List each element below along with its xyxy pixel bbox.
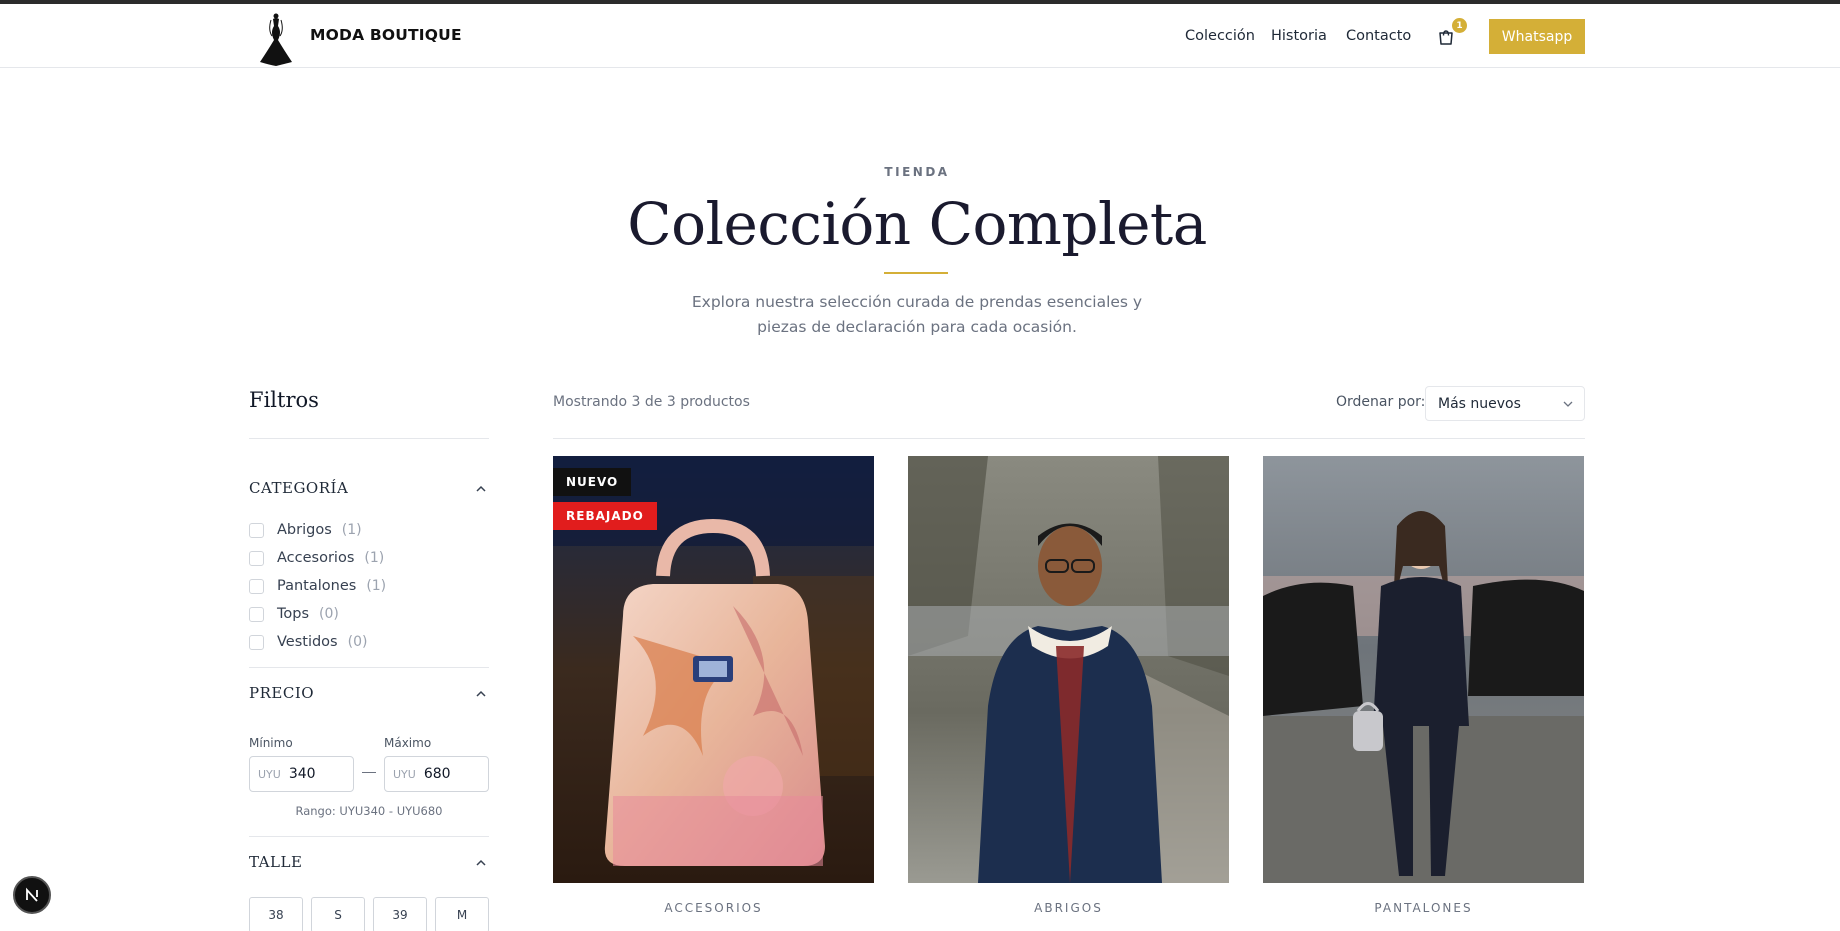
filters-heading: Filtros xyxy=(249,388,319,412)
new-badge: NUEVO xyxy=(553,468,632,496)
category-label: Accesorios xyxy=(277,550,355,566)
range-dash xyxy=(362,772,376,773)
category-count: (1) xyxy=(364,550,385,566)
product-card[interactable]: NUEVO REBAJADO ACCESORIOS xyxy=(553,456,874,931)
nav-link-historia[interactable]: Historia xyxy=(1271,28,1327,44)
whatsapp-button[interactable]: Whatsapp xyxy=(1489,19,1585,54)
category-count: (1) xyxy=(341,522,362,538)
category-option-abrigos[interactable]: Abrigos (1) xyxy=(249,520,362,540)
product-category: ACCESORIOS xyxy=(664,901,763,915)
size-filter-toggle[interactable]: TALLE xyxy=(249,853,302,871)
size-option-m[interactable]: M xyxy=(435,897,489,931)
max-price-label: Máximo xyxy=(384,736,432,750)
size-option-s[interactable]: S xyxy=(311,897,365,931)
size-option-39[interactable]: 39 xyxy=(373,897,427,931)
dev-tools-button[interactable] xyxy=(13,876,51,914)
category-count: (0) xyxy=(319,606,339,622)
max-price-value: 680 xyxy=(423,766,451,782)
category-label: Pantalones xyxy=(277,578,357,594)
results-count: Mostrando 3 de 3 productos xyxy=(553,394,750,410)
sort-value: Más nuevos xyxy=(1438,395,1521,412)
product-category: PANTALONES xyxy=(1374,901,1473,915)
category-option-tops[interactable]: Tops (0) xyxy=(249,604,339,624)
min-price-value: 340 xyxy=(288,766,316,782)
price-range-note: Rango: UYU340 - UYU680 xyxy=(295,804,443,818)
category-label: Tops xyxy=(277,606,310,622)
product-card[interactable]: ABRIGOS xyxy=(908,456,1229,931)
cart-count-badge: 1 xyxy=(1452,18,1467,33)
checkbox[interactable] xyxy=(249,578,264,594)
product-image[interactable] xyxy=(908,456,1229,883)
checkbox[interactable] xyxy=(249,606,264,622)
price-filter-toggle[interactable]: PRECIO xyxy=(249,684,314,702)
sort-select[interactable]: Más nuevos xyxy=(1425,386,1585,421)
shopping-bag-icon[interactable] xyxy=(1437,28,1455,46)
size-option-38[interactable]: 38 xyxy=(249,897,303,931)
sort-label: Ordenar por: xyxy=(1336,394,1426,410)
sale-badge: REBAJADO xyxy=(553,502,657,530)
chevron-up-icon[interactable] xyxy=(474,856,488,870)
max-price-input[interactable]: UYU 680 xyxy=(384,756,489,792)
category-label: Vestidos xyxy=(277,634,338,650)
chevron-up-icon[interactable] xyxy=(474,482,488,496)
checkbox[interactable] xyxy=(249,522,264,538)
nav-link-coleccion[interactable]: Colección xyxy=(1185,28,1255,44)
site-header: MODA BOUTIQUE Colección Historia Contact… xyxy=(0,4,1840,68)
category-filter-toggle[interactable]: CATEGORÍA xyxy=(249,479,348,497)
product-card[interactable]: PANTALONES xyxy=(1263,456,1584,931)
currency-label: UYU xyxy=(393,767,416,781)
divider xyxy=(249,836,489,837)
checkbox[interactable] xyxy=(249,634,264,650)
page-title: Colección Completa xyxy=(627,190,1207,258)
chevron-up-icon[interactable] xyxy=(474,687,488,701)
dress-logo-icon[interactable] xyxy=(256,10,296,68)
section-eyebrow: TIENDA xyxy=(884,165,950,179)
min-price-label: Mínimo xyxy=(249,736,293,750)
min-price-input[interactable]: UYU 340 xyxy=(249,756,354,792)
chevron-down-icon xyxy=(1563,401,1573,407)
category-count: (0) xyxy=(347,634,368,650)
divider xyxy=(249,438,489,439)
category-count: (1) xyxy=(366,578,387,594)
divider xyxy=(249,667,489,668)
product-image[interactable] xyxy=(1263,456,1584,883)
title-divider xyxy=(884,272,948,274)
category-option-vestidos[interactable]: Vestidos (0) xyxy=(249,632,367,652)
category-option-pantalones[interactable]: Pantalones (1) xyxy=(249,576,386,596)
category-option-accesorios[interactable]: Accesorios (1) xyxy=(249,548,384,568)
category-label: Abrigos xyxy=(277,522,332,538)
page-subtitle: Explora nuestra selección curada de pren… xyxy=(691,293,1143,336)
divider xyxy=(553,438,1585,439)
currency-label: UYU xyxy=(258,767,281,781)
nav-link-contacto[interactable]: Contacto xyxy=(1346,28,1411,44)
brand-name[interactable]: MODA BOUTIQUE xyxy=(310,26,462,44)
n-logo-icon xyxy=(26,887,38,902)
checkbox[interactable] xyxy=(249,550,264,566)
product-category: ABRIGOS xyxy=(1034,901,1103,915)
